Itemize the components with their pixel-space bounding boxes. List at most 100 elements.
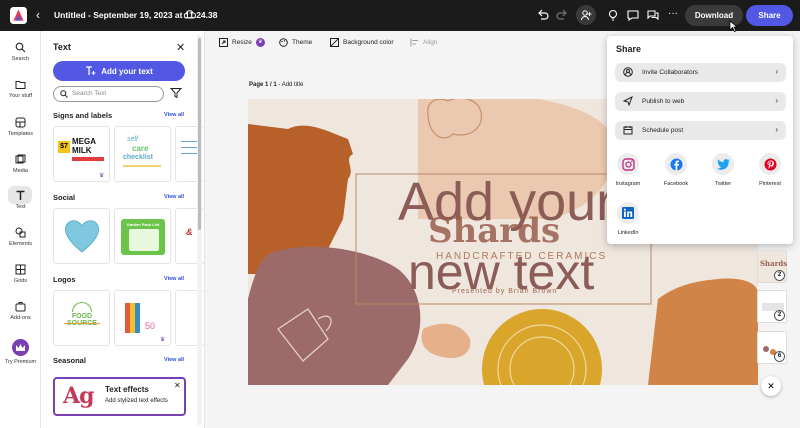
rail-item-grids[interactable]: Grids	[0, 264, 41, 284]
resize-label: Resize	[232, 39, 252, 46]
schedule-post-label: Schedule post	[642, 127, 684, 134]
addons-icon	[15, 302, 26, 312]
view-all-social-link[interactable]: View all	[164, 194, 184, 200]
view-all-logos-link[interactable]: View all	[164, 276, 184, 282]
rail-label: Search	[11, 56, 30, 62]
page-label[interactable]: Page 1 / 1 - Add title	[249, 82, 303, 88]
rail-item-search[interactable]: Search	[0, 42, 41, 62]
text-effects-card[interactable]: Ag Text effects Add stylized text effect…	[53, 377, 186, 416]
rail-label: Templates	[7, 131, 34, 137]
share-twitter-button[interactable]: Twitter	[705, 153, 741, 187]
left-rail: Search Your stuff Templates Media Text E…	[0, 31, 41, 428]
share-linkedin-button[interactable]: LinkedIn	[610, 202, 646, 236]
close-pages-icon[interactable]: ✕	[761, 376, 781, 396]
rail-label: Try Premium	[4, 359, 37, 365]
text-icon	[16, 190, 25, 200]
checklist-text: checklist	[123, 154, 153, 161]
invite-collaborators-button[interactable]: Invite Collaborators ›	[615, 63, 786, 82]
align-tool[interactable]: Align	[410, 38, 437, 47]
resize-tool[interactable]: Resize ♛	[219, 38, 265, 47]
text-effects-glyph: Ag	[63, 383, 94, 409]
panel-scrollbar-thumb[interactable]	[198, 38, 201, 230]
add-your-text-button[interactable]: Add your text	[53, 61, 185, 81]
chat-bubbles-icon[interactable]	[646, 8, 660, 22]
media-icon	[15, 154, 26, 164]
templates-icon	[15, 117, 26, 128]
template-thumb-garden-pack[interactable]: Garden Pack List	[114, 208, 171, 264]
heart-icon	[64, 220, 100, 253]
schedule-post-button[interactable]: Schedule post ›	[615, 121, 786, 140]
invite-collaborator-button[interactable]	[576, 5, 596, 25]
comment-icon[interactable]	[626, 8, 640, 22]
rail-item-add-ons[interactable]: Add-ons	[0, 301, 41, 321]
rail-label: Your stuff	[9, 93, 32, 99]
price-tag: $7	[58, 141, 70, 153]
publish-to-web-button[interactable]: Publish to web ›	[615, 92, 786, 111]
list-card	[129, 229, 159, 251]
page-thumb-badge: 2	[774, 270, 785, 281]
search-text-input[interactable]: Search Text	[53, 86, 164, 102]
panel-title: Text	[53, 42, 71, 52]
rail-item-your-stuff[interactable]: Your stuff	[0, 79, 41, 99]
rail-item-templates[interactable]: Templates	[0, 117, 41, 137]
linkedin-label: LinkedIn	[617, 230, 639, 236]
mouse-cursor-icon	[729, 20, 738, 32]
instagram-label: Instagram	[615, 181, 641, 187]
decor-line	[123, 165, 161, 167]
redo-icon[interactable]	[555, 8, 569, 22]
more-options-icon[interactable]: ···	[668, 8, 678, 19]
template-thumb-heart[interactable]	[53, 208, 110, 264]
template-thumb-self-care[interactable]: self care checklist	[114, 126, 171, 182]
person-add-icon	[581, 10, 592, 21]
chevron-right-icon: ›	[775, 125, 778, 134]
filter-icon[interactable]	[170, 87, 182, 99]
template-thumb-food-source[interactable]: FOOD SOURCE	[53, 290, 110, 346]
logo-arc	[72, 302, 92, 312]
template-thumb-fifty[interactable]: 50 ♛	[114, 290, 171, 346]
twitter-icon	[712, 153, 734, 175]
chevron-right-icon: ›	[775, 67, 778, 76]
adobe-express-logo-icon[interactable]	[10, 7, 27, 24]
undo-icon[interactable]	[536, 8, 550, 22]
section-title-logos: Logos	[53, 275, 76, 284]
theme-tool[interactable]: Theme	[279, 38, 312, 47]
mega-milk-text: MEGA MILK	[72, 137, 96, 155]
rail-item-text[interactable]: Text	[0, 190, 41, 210]
text-effects-title: Text effects	[105, 385, 149, 394]
align-icon	[410, 38, 418, 47]
resize-icon	[219, 38, 228, 47]
share-pinterest-button[interactable]: Pinterest	[752, 153, 788, 187]
close-panel-icon[interactable]: ✕	[176, 41, 185, 54]
lightbulb-icon[interactable]	[606, 8, 620, 22]
view-all-seasonal-link[interactable]: View all	[164, 357, 184, 363]
theme-palette-icon	[279, 38, 288, 47]
chevron-right-icon: ›	[775, 96, 778, 105]
presented-by-text[interactable]: Presented by Brian Brown	[452, 288, 557, 295]
rail-item-media[interactable]: Media	[0, 154, 41, 174]
care-text: care	[132, 144, 149, 153]
text-effects-description: Add stylized text effects	[105, 398, 168, 404]
share-instagram-button[interactable]: Instagram	[610, 153, 646, 187]
background-color-label: Background color	[343, 39, 394, 46]
share-button[interactable]: Share	[746, 5, 793, 26]
pinterest-label: Pinterest	[759, 181, 781, 187]
facebook-label: Facebook	[663, 181, 689, 187]
close-effects-icon[interactable]: ✕	[174, 381, 181, 390]
section-title-social: Social	[53, 193, 76, 202]
add-text-icon	[86, 66, 96, 75]
background-color-tool[interactable]: Background color	[330, 38, 394, 47]
section-title-seasonal: Seasonal	[53, 356, 86, 365]
color-bar	[135, 303, 140, 333]
template-thumb-mega-milk[interactable]: $7 MEGA MILK ♛	[53, 126, 110, 182]
view-all-signs-link[interactable]: View all	[164, 112, 184, 118]
rail-item-elements[interactable]: Elements	[0, 227, 41, 247]
grids-icon	[15, 264, 26, 275]
instagram-icon	[617, 153, 639, 175]
share-facebook-button[interactable]: Facebook	[658, 153, 694, 187]
premium-crown-icon: ♛	[255, 38, 265, 47]
text-panel: Text ✕ Add your text Search Text Signs a…	[41, 31, 205, 428]
rail-item-try-premium[interactable]: Try Premium	[0, 339, 41, 365]
back-chevron-icon[interactable]: ‹	[36, 8, 40, 22]
decor-text-glyph: &	[186, 227, 193, 237]
folder-icon	[15, 81, 26, 89]
